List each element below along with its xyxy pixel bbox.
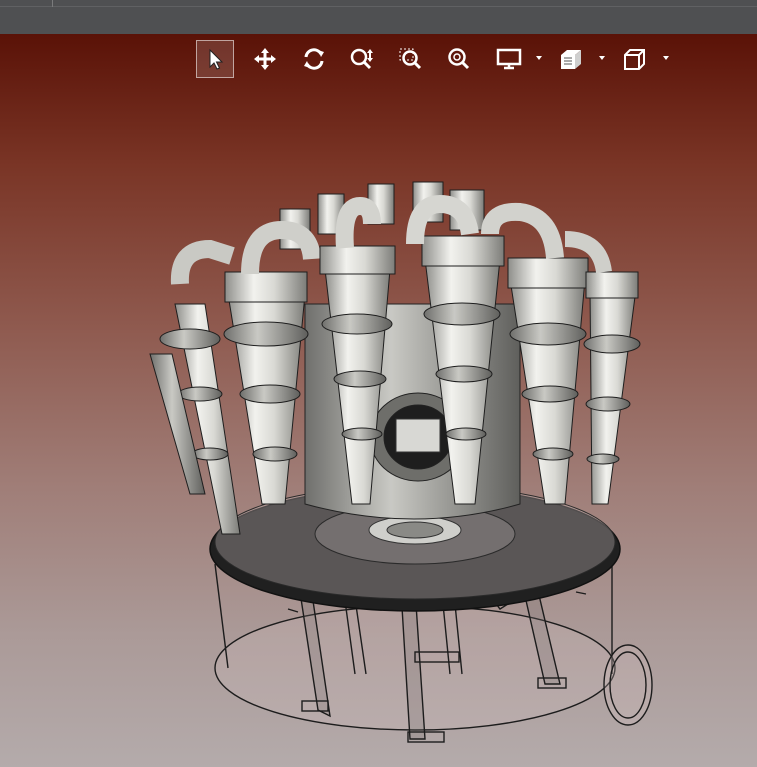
cursor-arrow-icon [209, 48, 224, 70]
zoom-area-button[interactable] [392, 40, 430, 78]
chevron-down-icon [599, 56, 605, 60]
select-button[interactable] [196, 40, 234, 78]
rotate-button[interactable] [295, 40, 333, 78]
move-arrows-icon [254, 48, 276, 70]
view-orientation-dropdown[interactable] [662, 54, 670, 62]
zoom-fit-button[interactable] [440, 40, 478, 78]
zoom-fit-icon [448, 48, 470, 70]
chevron-down-icon [663, 56, 669, 60]
monitor-icon [496, 48, 522, 70]
chevron-down-icon [536, 56, 542, 60]
titlebar-divider [0, 6, 757, 7]
zoom-updown-icon [350, 48, 373, 70]
wireframe-cube-icon [624, 49, 645, 70]
render-style-button[interactable] [552, 40, 590, 78]
window-titlebar [0, 0, 757, 35]
zoom-button[interactable] [343, 40, 381, 78]
display-mode-dropdown[interactable] [535, 54, 543, 62]
3d-viewport[interactable] [0, 34, 757, 767]
shaded-cube-icon [561, 50, 581, 69]
titlebar-tab-edge [52, 0, 53, 7]
pan-button[interactable] [246, 40, 284, 78]
display-mode-button[interactable] [490, 40, 528, 78]
rotate-icon [304, 48, 324, 70]
hydrocyclone-cluster-assembly-icon[interactable] [0, 34, 757, 767]
view-orientation-button[interactable] [615, 40, 653, 78]
render-style-dropdown[interactable] [598, 54, 606, 62]
zoom-area-icon [399, 48, 422, 70]
